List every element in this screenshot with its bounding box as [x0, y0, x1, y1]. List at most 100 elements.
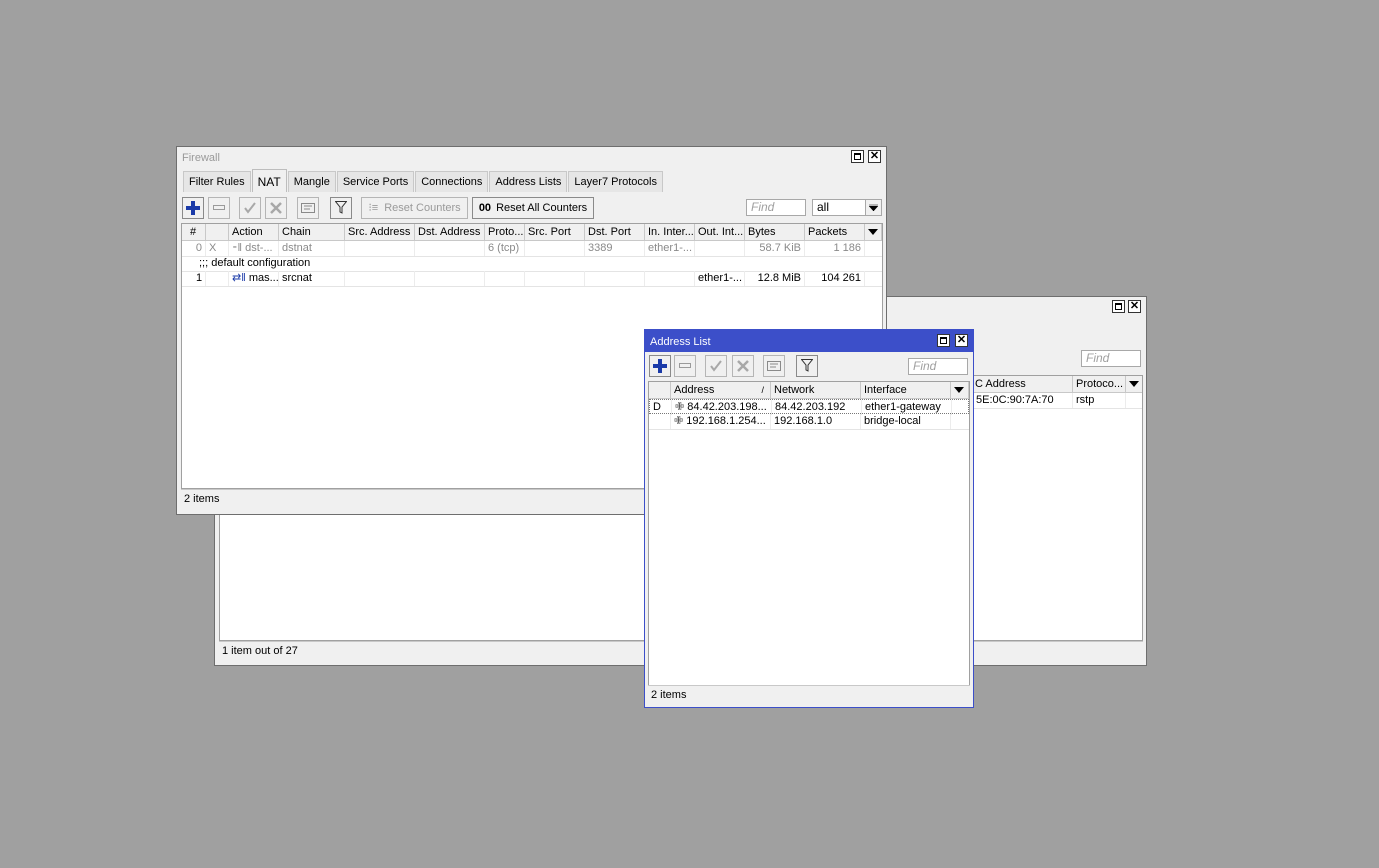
disable-button[interactable]: [265, 197, 287, 219]
add-button[interactable]: [649, 355, 671, 377]
column-header-src-address[interactable]: Src. Address: [345, 224, 415, 240]
network-cell: 192.168.1.0: [771, 414, 861, 429]
column-header-dst-port[interactable]: Dst. Port: [585, 224, 645, 240]
table-row[interactable]: 1 ⇄‖ mas... srcnat ether1-... 12.8 MiB 1…: [182, 271, 882, 287]
dst-nat-action-icon: ⁃‖: [232, 242, 246, 254]
close-button[interactable]: ✕: [955, 334, 968, 347]
column-header-dst-address[interactable]: Dst. Address: [415, 224, 485, 240]
filter-button[interactable]: [330, 197, 352, 219]
column-header-bytes[interactable]: Bytes: [745, 224, 805, 240]
maximize-button[interactable]: [1112, 300, 1125, 313]
column-header-mac[interactable]: C Address: [973, 376, 1073, 392]
rule-src-address-cell: [345, 241, 415, 256]
column-header-interface[interactable]: Interface: [861, 382, 951, 398]
column-chooser-button[interactable]: [951, 382, 969, 398]
rule-action-text: dst-...: [245, 242, 273, 254]
tab-nat[interactable]: NAT: [251, 169, 287, 192]
column-header-number[interactable]: #: [182, 224, 206, 240]
reset-all-counters-button[interactable]: 00 Reset All Counters: [472, 197, 594, 219]
column-header-flags[interactable]: [206, 224, 229, 240]
reset-counters-button[interactable]: ⁝≡ Reset Counters: [361, 197, 468, 219]
rule-flag-cell: [206, 271, 229, 286]
rule-chain-cell: srcnat: [279, 271, 345, 286]
column-header-protocol[interactable]: Proto...: [485, 224, 525, 240]
check-icon: [244, 202, 256, 214]
tab-connections[interactable]: Connections: [415, 171, 489, 192]
column-header-address-label: Address: [674, 384, 715, 396]
tab-address-lists[interactable]: Address Lists: [489, 171, 568, 192]
address-list-titlebar[interactable]: Address List ✕: [645, 330, 973, 352]
column-header-protocol[interactable]: Protoco...: [1073, 376, 1126, 392]
check-icon: [710, 360, 722, 372]
column-header-action[interactable]: Action: [229, 224, 279, 240]
remove-button[interactable]: [208, 197, 230, 219]
masquerade-action-icon: ⇄‖: [232, 272, 249, 284]
maximize-button[interactable]: [851, 150, 864, 163]
remove-button[interactable]: [674, 355, 696, 377]
dropdown-button[interactable]: [865, 200, 881, 215]
comment-button[interactable]: [763, 355, 785, 377]
rule-dst-port-cell: 3389: [585, 241, 645, 256]
firewall-find-input[interactable]: Find: [746, 199, 806, 216]
address-list-status-bar: 2 items: [648, 685, 970, 703]
table-row[interactable]: 0 X ⁃‖ dst-... dstnat 6 (tcp) 3389 ether…: [182, 241, 882, 257]
column-header-packets[interactable]: Packets: [805, 224, 865, 240]
column-header-out-interface[interactable]: Out. Int...: [695, 224, 745, 240]
disable-button[interactable]: [732, 355, 754, 377]
comment-icon: [767, 361, 781, 371]
enable-button[interactable]: [239, 197, 261, 219]
maximize-button[interactable]: [937, 334, 950, 347]
column-header-network[interactable]: Network: [771, 382, 861, 398]
filter-icon: [800, 359, 814, 372]
reset-all-counters-icon: 00: [478, 202, 492, 214]
close-button[interactable]: ✕: [868, 150, 881, 163]
column-chooser-button[interactable]: [1126, 376, 1142, 392]
column-header-in-interface[interactable]: In. Inter...: [645, 224, 695, 240]
bridge-find-input[interactable]: Find: [1081, 350, 1141, 367]
rule-in-interface-cell: ether1-...: [645, 241, 695, 256]
firewall-titlebar[interactable]: Firewall ✕: [177, 147, 886, 169]
tab-mangle[interactable]: Mangle: [287, 171, 336, 192]
address-list-find-input[interactable]: Find: [908, 358, 968, 375]
address-value: 84.42.203.198...: [687, 401, 767, 413]
comment-row[interactable]: ;;; default configuration: [182, 256, 882, 272]
column-header-address[interactable]: Address /: [671, 382, 771, 398]
rule-dst-port-cell: [585, 271, 645, 286]
add-button[interactable]: [182, 197, 204, 219]
rule-number-cell: 1: [182, 271, 206, 286]
rule-action-text: mas...: [248, 272, 279, 284]
address-cell: ✙ 84.42.203.198...: [672, 400, 772, 415]
rule-flag-cell: X: [206, 241, 229, 256]
window-title: Address List: [650, 336, 711, 348]
comment-button[interactable]: [297, 197, 319, 219]
address-list-window: Address List ✕ Find Address / Network In…: [644, 329, 974, 708]
cross-icon: [737, 360, 749, 372]
firewall-tabs: Filter Rules NAT Mangle Service Ports Co…: [183, 169, 664, 193]
table-row[interactable]: ✙ 192.168.1.254... 192.168.1.0 bridge-lo…: [649, 414, 969, 430]
filter-button[interactable]: [796, 355, 818, 377]
chevron-down-icon: [868, 229, 878, 235]
column-header-flags[interactable]: [649, 382, 671, 398]
tab-filter-rules[interactable]: Filter Rules: [183, 171, 251, 192]
close-button[interactable]: ✕: [1128, 300, 1141, 313]
nat-grid-header: # Action Chain Src. Address Dst. Address…: [182, 224, 882, 241]
tab-layer7-protocols[interactable]: Layer7 Protocols: [568, 171, 663, 192]
column-chooser-button[interactable]: [865, 224, 882, 240]
minus-icon: [679, 363, 691, 368]
rule-action-cell: ⁃‖ dst-...: [229, 241, 279, 256]
protocol-cell: rstp: [1073, 393, 1126, 408]
column-header-src-port[interactable]: Src. Port: [525, 224, 585, 240]
reset-counters-icon: ⁝≡: [368, 202, 379, 214]
chevron-down-icon: [954, 387, 964, 393]
rule-bytes-cell: 58.7 KiB: [745, 241, 805, 256]
firewall-filter-select[interactable]: all: [812, 199, 882, 216]
reset-all-counters-label: Reset All Counters: [496, 202, 588, 214]
enable-button[interactable]: [705, 355, 727, 377]
table-row[interactable]: D ✙ 84.42.203.198... 84.42.203.192 ether…: [649, 399, 969, 415]
tab-service-ports[interactable]: Service Ports: [336, 171, 415, 192]
rule-packets-cell: 104 261: [805, 271, 865, 286]
address-cell: ✙ 192.168.1.254...: [671, 414, 771, 429]
rule-chain-cell: dstnat: [279, 241, 345, 256]
rule-src-address-cell: [345, 271, 415, 286]
column-header-chain[interactable]: Chain: [279, 224, 345, 240]
